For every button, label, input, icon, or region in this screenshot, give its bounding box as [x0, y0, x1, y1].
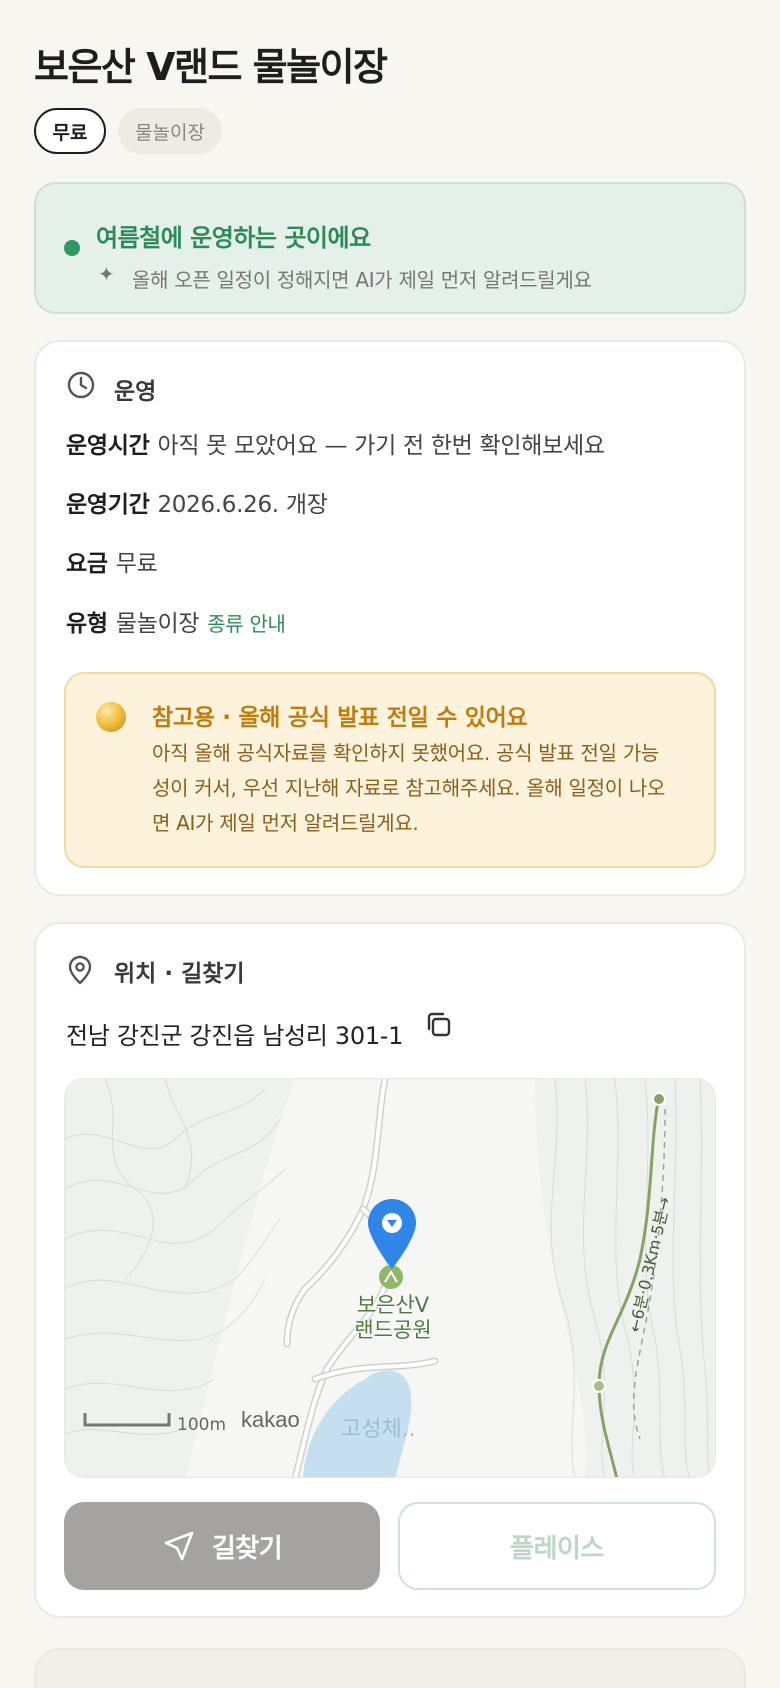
info-value: 물놀이장 [115, 611, 200, 637]
next-card-peek [34, 1648, 746, 1688]
season-banner: 여름철에 운영하는 곳이에요 ✦ 올해 오픈 일정이 정해지면 AI가 제일 먼… [34, 182, 746, 314]
section-title-operation: 운영 [114, 379, 157, 405]
season-headline: 여름철에 운영하는 곳이에요 [96, 224, 371, 252]
place-detail-page: 보은산 V랜드 물놀이장 무료 물놀이장 여름철에 운영하는 곳이에요 ✦ 올해… [0, 0, 780, 1688]
info-label: 운영시간 [66, 433, 150, 459]
reference-notice: 참고용 · 올해 공식 발표 전일 수 있어요 아직 올해 공식자료를 확인하지… [64, 672, 716, 868]
coin-icon [96, 702, 126, 732]
notice-headline: 참고용 · 올해 공식 발표 전일 수 있어요 [152, 705, 528, 731]
type-guide-link[interactable]: 종류 안내 [207, 612, 286, 636]
info-label: 요금 [66, 551, 108, 577]
operation-card: 운영 운영시간 아직 못 모았어요 — 가기 전 한번 확인해보세요 운영기간 20… [34, 340, 746, 896]
info-row-fee: 요금 무료 [66, 544, 158, 578]
page-title: 보은산 V랜드 물놀이장 [34, 45, 388, 89]
navigation-arrow-icon [164, 1531, 194, 1561]
map-scale-label: 100m [177, 1415, 227, 1435]
map-place-label-line2: 랜드공원 [354, 1318, 432, 1342]
map-marker-icon[interactable] [366, 1197, 418, 1271]
address-text: 전남 강진군 강진읍 남성리 301-1 [66, 1022, 404, 1050]
route-button-label: 길찾기 [211, 1533, 283, 1564]
info-value: 무료 [115, 551, 158, 577]
chip-category[interactable]: 물놀이장 [118, 108, 222, 154]
location-card: 위치 · 길찾기 전남 강진군 강진읍 남성리 301-1 보은산V 랜드공원 … [34, 922, 746, 1618]
info-label: 유형 [66, 611, 108, 637]
info-row-hours: 운영시간 아직 못 모았어요 — 가기 전 한번 확인해보세요 [66, 426, 605, 460]
sparkle-icon: ✦ [98, 262, 115, 286]
map-place-label-line1: 보은산V [356, 1293, 430, 1317]
map-view[interactable]: 보은산V 랜드공원 ←6분·0.3Km·5분→ 100m kakao 고성체.. [64, 1078, 716, 1478]
chip-free[interactable]: 무료 [34, 108, 106, 154]
info-row-period: 운영기간 2026.6.26. 개장 [66, 485, 328, 519]
section-title-location: 위치 · 길찾기 [114, 961, 245, 987]
location-pin-icon [68, 955, 92, 985]
status-dot [64, 240, 80, 256]
map-area-label: 고성체.. [341, 1417, 416, 1442]
season-subtext: 올해 오픈 일정이 정해지면 AI가 제일 먼저 알려드릴게요 [132, 268, 592, 292]
notice-body: 아직 올해 공식자료를 확인하지 못했어요. 공식 발표 전일 가능성이 커서,… [152, 741, 666, 835]
info-label: 운영기간 [66, 492, 150, 518]
place-button[interactable]: 플레이스 [398, 1502, 716, 1590]
route-button[interactable]: 길찾기 [64, 1502, 380, 1590]
kakao-logo: kakao [241, 1407, 300, 1432]
info-value: 2026.6.26. 개장 [157, 492, 328, 518]
clock-icon [67, 371, 95, 399]
info-row-type: 유형 물놀이장 종류 안내 [66, 604, 286, 638]
map-place-label: 보은산V 랜드공원 [313, 1293, 473, 1343]
info-value: 아직 못 모았어요 — 가기 전 한번 확인해보세요 [157, 433, 605, 459]
copy-icon[interactable] [424, 1010, 454, 1040]
